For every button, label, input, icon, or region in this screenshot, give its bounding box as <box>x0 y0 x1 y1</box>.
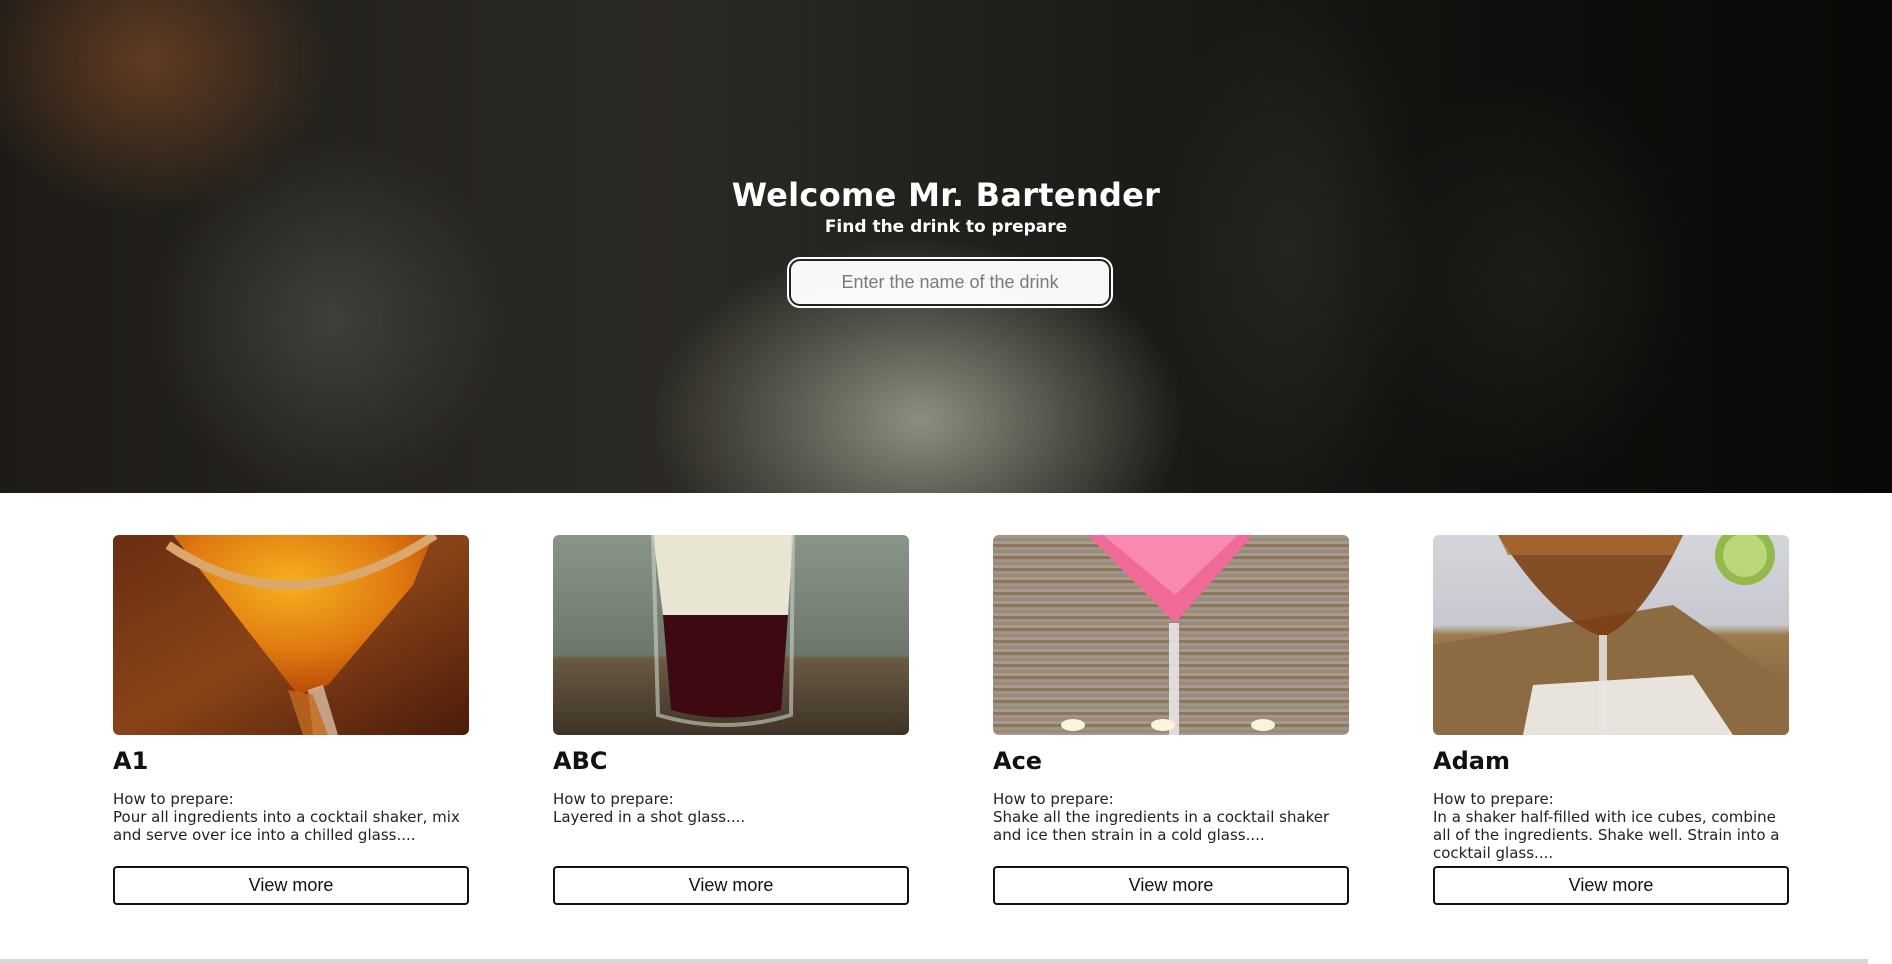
view-more-button[interactable]: View more <box>993 866 1349 905</box>
drink-card: ABC How to prepare: Layered in a shot gl… <box>553 535 909 905</box>
orange-cocktail-glass-photo <box>113 535 469 735</box>
horizontal-scrollbar[interactable] <box>0 959 1868 964</box>
drink-card: A1 How to prepare: Pour all ingredients … <box>113 535 469 905</box>
drink-name: Adam <box>1433 747 1510 775</box>
page-title: Welcome Mr. Bartender <box>731 176 1161 214</box>
view-more-button[interactable]: View more <box>553 866 909 905</box>
pink-martini-glass-photo <box>993 535 1349 735</box>
drink-card-grid: A1 How to prepare: Pour all ingredients … <box>0 493 1892 964</box>
drink-name: Ace <box>993 747 1043 775</box>
drink-instructions: Pour all ingredients into a cocktail sha… <box>113 808 460 844</box>
hero-background-image <box>0 0 1892 493</box>
how-to-prepare-label: How to prepare: <box>1433 790 1554 808</box>
drink-name: ABC <box>553 747 608 775</box>
amber-martini-lime-photo <box>1433 535 1789 735</box>
drink-image <box>113 535 469 735</box>
drink-image <box>993 535 1349 735</box>
view-more-button[interactable]: View more <box>1433 866 1789 905</box>
drink-instructions: In a shaker half-filled with ice cubes, … <box>1433 808 1780 862</box>
layered-shot-glass-photo <box>553 535 909 735</box>
how-to-prepare-label: How to prepare: <box>553 790 674 808</box>
how-to-prepare-label: How to prepare: <box>993 790 1114 808</box>
drink-image <box>553 535 909 735</box>
view-more-button[interactable]: View more <box>113 866 469 905</box>
drink-search-input[interactable] <box>787 257 1113 308</box>
drink-card: Adam How to prepare: In a shaker half-fi… <box>1433 535 1789 905</box>
drink-image <box>1433 535 1789 735</box>
drink-instructions: Shake all the ingredients in a cocktail … <box>993 808 1330 844</box>
drink-card: Ace How to prepare: Shake all the ingred… <box>993 535 1349 905</box>
page-subtitle: Find the drink to prepare <box>824 217 1068 237</box>
drink-instructions: Layered in a shot glass.... <box>553 808 746 826</box>
hero-banner: Welcome Mr. Bartender Find the drink to … <box>0 0 1892 493</box>
how-to-prepare-label: How to prepare: <box>113 790 234 808</box>
drink-name: A1 <box>113 747 149 775</box>
